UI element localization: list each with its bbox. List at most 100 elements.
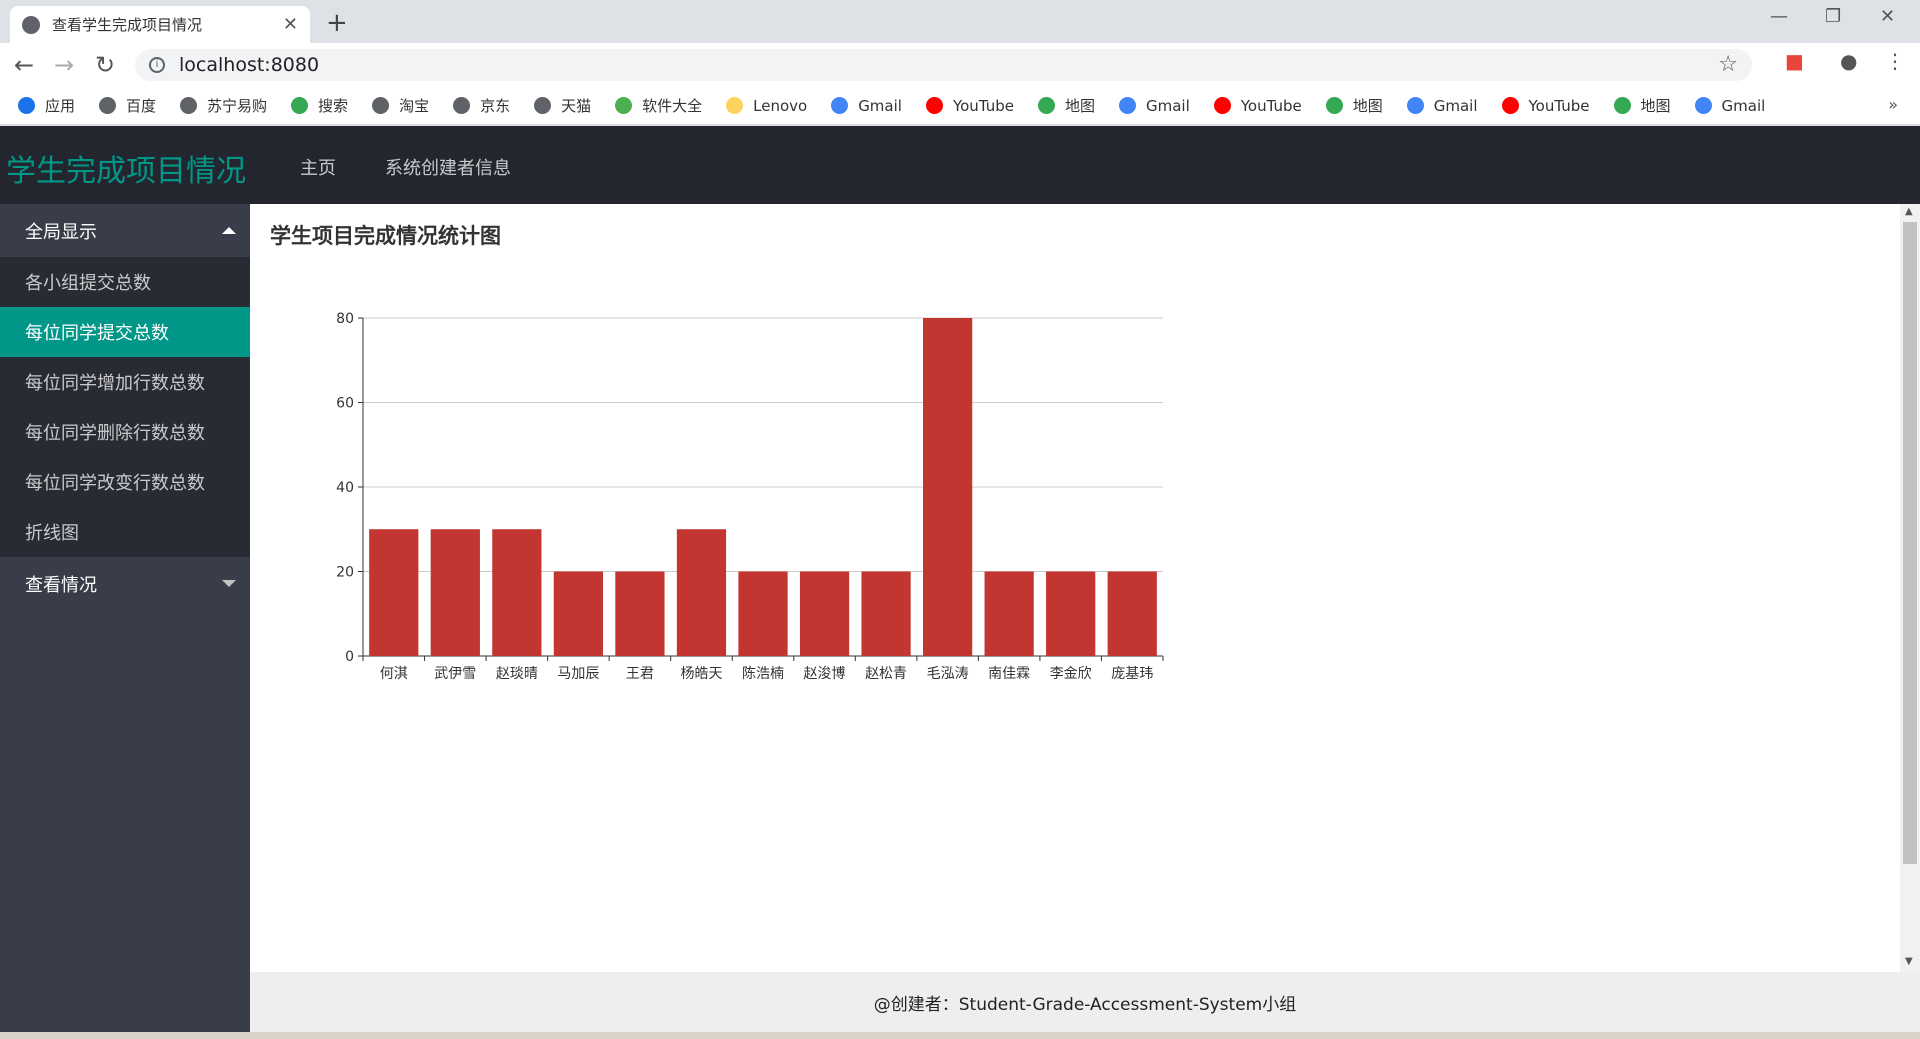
main-content: 学生项目完成情况统计图 0 20 40 60 80 何淇 武伊雪 赵琰晴 马加辰 王君 杨皓天 陈浩楠… [250,204,1900,972]
bookmark-label: 淘宝 [399,97,430,115]
taskbar-strip [0,1032,1920,1039]
bookmark-icon [1406,97,1424,114]
bar[interactable] [923,318,973,656]
nav-home[interactable]: 主页 [300,154,336,180]
star-icon[interactable]: ☆ [1718,52,1738,77]
bookmark-item[interactable]: 搜索 [291,95,348,116]
bookmark-item[interactable]: Gmail [1118,96,1190,115]
bookmark-item[interactable]: 地图 [1613,95,1671,116]
bookmark-item[interactable]: YouTube [1213,97,1302,115]
x-tick-label: 赵琰晴 [496,666,538,682]
extension-icon[interactable]: ■ [1785,49,1804,73]
bookmark-icon [615,97,633,114]
bar[interactable] [615,571,665,657]
forward-icon[interactable]: → [54,51,74,79]
bookmark-item[interactable]: 天猫 [534,95,591,116]
bar[interactable] [676,529,727,656]
reload-icon[interactable]: ↻ [95,51,115,79]
browser-tab[interactable]: 查看学生完成项目情况 ✕ [10,6,310,43]
bookmark-icon [372,97,390,114]
sidebar-item-lines-changed[interactable]: 每位同学改变行数总数 [0,457,250,507]
bookmark-label: YouTube [1528,96,1590,115]
bookmark-label: Gmail [1433,96,1478,115]
x-tick-label: 王君 [626,666,654,682]
scroll-thumb[interactable] [1903,222,1917,864]
bookmark-icon [291,97,309,114]
bookmark-label: 搜索 [318,97,349,115]
bookmark-icon [925,97,943,114]
bookmark-icon [180,97,198,114]
bookmark-item[interactable]: Lenovo [726,97,807,115]
info-icon[interactable]: i [149,57,165,73]
bookmark-icon [1694,97,1712,114]
sidebar-item-lines-deleted[interactable]: 每位同学删除行数总数 [0,407,250,457]
bookmark-item[interactable]: 应用 [18,95,75,116]
bookmark-item[interactable]: Gmail [1406,96,1478,115]
sidebar: 全局显示 各小组提交总数 每位同学提交总数 每位同学增加行数总数 每位同学删除行… [0,204,250,1032]
close-icon[interactable]: ✕ [283,14,298,35]
y-tick-label: 60 [336,396,354,412]
sidebar-group-label: 查看情况 [25,574,97,596]
bookmark-label: 地图 [1352,97,1383,115]
x-tick-label: 李金欣 [1050,666,1092,682]
sidebar-group-global[interactable]: 全局显示 [0,204,250,257]
bar[interactable] [553,571,603,657]
y-tick-label: 20 [336,565,354,581]
bookmark-icon [99,97,117,114]
bar[interactable] [861,571,911,657]
bookmark-item[interactable]: Gmail [1694,96,1766,115]
bookmark-label: Gmail [1145,96,1190,115]
account-icon[interactable]: ● [1840,49,1857,73]
footer: @创建者：Student-Grade-Accessment-System小组 [250,972,1920,1032]
bookmark-item[interactable]: 地图 [1037,95,1095,116]
y-tick-label: 40 [336,480,354,496]
bar[interactable] [430,529,480,656]
bar[interactable] [799,571,850,657]
bookmark-item[interactable]: 苏宁易购 [180,95,267,116]
bookmark-item[interactable]: YouTube [1501,96,1590,115]
bookmark-item[interactable]: 百度 [99,95,156,116]
menu-icon[interactable]: ⋮ [1885,49,1905,73]
bookmark-item[interactable]: 淘宝 [372,95,429,116]
sidebar-item-group-submissions[interactable]: 各小组提交总数 [0,257,250,307]
sidebar-group-view[interactable]: 查看情况 [0,557,250,610]
bar[interactable] [369,529,419,656]
scroll-down-icon[interactable]: ▼ [1905,956,1913,967]
window-close-icon[interactable]: ✕ [1880,6,1895,27]
bar[interactable] [1107,571,1157,657]
x-tick-label: 马加辰 [557,666,599,682]
app-logo[interactable]: 学生完成项目情况 [6,146,246,190]
vertical-scrollbar[interactable]: ▲ ▼ [1900,204,1920,972]
bookmarks-bar: 应用 百度 苏宁易购 搜索 淘宝 京东 天猫 软件大全 Lenovo Gmail YouTube 地图… [0,87,1920,125]
minimize-icon[interactable]: — [1770,6,1788,27]
url-text: localhost:8080 [179,54,320,76]
bookmark-item[interactable]: Gmail [831,97,902,115]
nav-creator-info[interactable]: 系统创建者信息 [385,154,511,180]
sidebar-item-lines-added[interactable]: 每位同学增加行数总数 [0,357,250,407]
bookmark-label: Gmail [858,96,902,115]
bar[interactable] [492,529,542,656]
restore-icon[interactable]: ❐ [1825,6,1841,27]
sidebar-submenu: 各小组提交总数 每位同学提交总数 每位同学增加行数总数 每位同学删除行数总数 每… [0,257,250,557]
back-icon[interactable]: ← [14,51,34,79]
bookmark-item[interactable]: 地图 [1325,95,1383,116]
scroll-up-icon[interactable]: ▲ [1905,206,1913,217]
footer-text: @创建者：Student-Grade-Accessment-System小组 [873,994,1297,1015]
bookmark-item[interactable]: 软件大全 [615,95,702,116]
bookmark-label: Gmail [1721,96,1766,115]
bookmark-icon [1118,97,1136,114]
bar[interactable] [984,571,1034,657]
bar[interactable] [1046,571,1096,657]
sidebar-item-student-submissions[interactable]: 每位同学提交总数 [0,307,250,357]
bookmark-icon [726,97,744,114]
bookmarks-overflow-icon[interactable]: » [1888,95,1898,114]
bookmark-label: 地图 [1064,97,1095,115]
bar[interactable] [738,571,788,657]
bookmark-item[interactable]: YouTube [925,97,1014,115]
url-field[interactable]: i localhost:8080 ☆ [135,49,1752,81]
x-tick-label: 庞基玮 [1111,665,1153,682]
new-tab-icon[interactable]: + [326,8,348,38]
bookmark-item[interactable]: 京东 [453,95,510,116]
sidebar-item-line-chart[interactable]: 折线图 [0,507,250,557]
bookmark-label: 京东 [480,97,511,115]
